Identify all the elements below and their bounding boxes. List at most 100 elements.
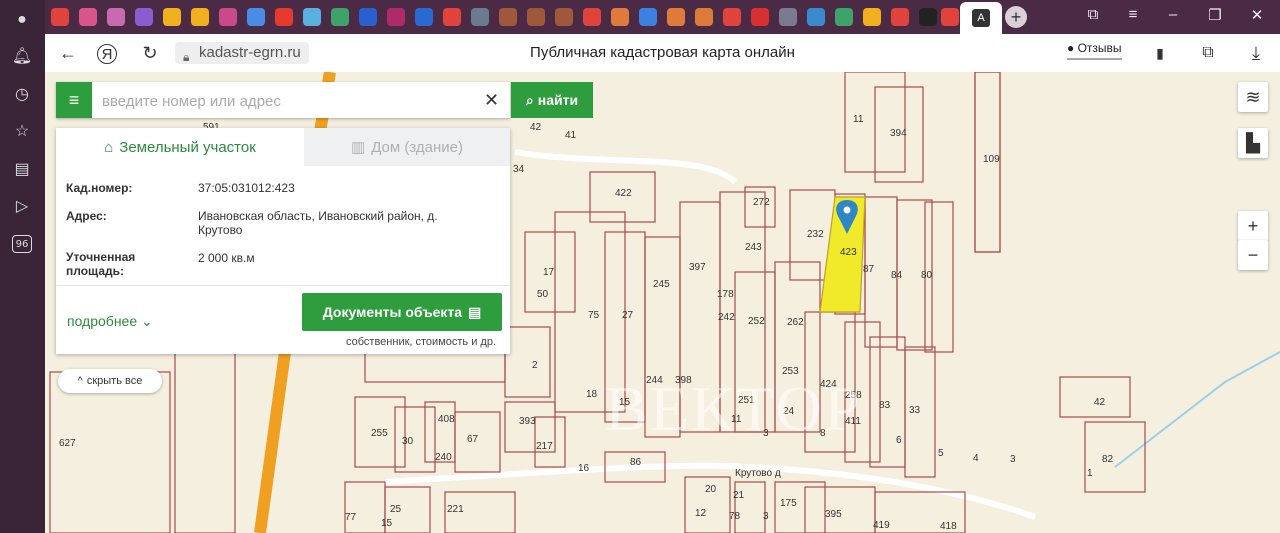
tab-favicon[interactable]	[695, 8, 713, 26]
favorites-icon[interactable]: ☆	[11, 120, 33, 142]
layers-button[interactable]: ≋	[1238, 82, 1268, 112]
plot-number-label: 78	[729, 511, 741, 522]
notifications-icon[interactable]: 🔔︎	[11, 45, 33, 67]
plot-number-label: 6	[896, 435, 902, 446]
tab-favicon[interactable]	[779, 8, 797, 26]
plot-number-label: 82	[1102, 454, 1114, 465]
ruler-button[interactable]: ▙	[1238, 128, 1268, 158]
tab-favicon[interactable]	[919, 8, 937, 26]
road-segment	[514, 149, 738, 185]
find-button[interactable]: ⌕ найти	[511, 82, 593, 118]
documents-label: Документы объекта	[322, 304, 463, 320]
bookmark-icon[interactable]: ▮	[1149, 42, 1171, 64]
tab-favicon[interactable]	[583, 8, 601, 26]
zoom-in-button[interactable]: +	[1238, 211, 1268, 241]
plot-number-label: 408	[438, 414, 455, 425]
plot-number-label: 252	[748, 316, 765, 327]
menu-button[interactable]: ≡	[56, 82, 92, 118]
reviews-button[interactable]: ● Отзывы	[1067, 41, 1122, 60]
address-bar: ← Я ↻ 🔒︎ kadastr-egrn.ru Публичная кадаст…	[45, 34, 1280, 73]
tabs-icon[interactable]: ⧉	[1081, 6, 1105, 23]
plot-number-label: 34	[513, 164, 525, 175]
tab-favicon[interactable]	[163, 8, 181, 26]
close-icon[interactable]: ✕	[1245, 6, 1269, 24]
layers-icon: ≋	[1245, 86, 1261, 107]
tab-favicon[interactable]	[303, 8, 321, 26]
documents-button[interactable]: Документы объекта ▤	[302, 293, 502, 331]
plot-number-label: 41	[565, 130, 577, 141]
plot-number-label: 83	[879, 400, 891, 411]
tab-favicon[interactable]	[891, 8, 909, 26]
tab-favicon[interactable]	[611, 8, 629, 26]
tab-favicon[interactable]	[51, 8, 69, 26]
tab-favicon[interactable]	[835, 8, 853, 26]
plot-number-label: 255	[371, 428, 388, 439]
tab-favicon[interactable]	[135, 8, 153, 26]
tab-favicon[interactable]	[443, 8, 461, 26]
plot-number-label: 75	[588, 310, 600, 321]
tab-favicon[interactable]	[191, 8, 209, 26]
history-icon[interactable]: ◷	[11, 83, 33, 105]
tab-favicon[interactable]	[107, 8, 125, 26]
panel-divider	[56, 285, 510, 286]
plot-number-label: 17	[543, 267, 555, 278]
tab-favicon[interactable]	[807, 8, 825, 26]
tab-active[interactable]: A	[960, 2, 1002, 34]
share-icon[interactable]: ⧉	[1197, 42, 1219, 64]
plot-number-label: 3	[1010, 454, 1016, 465]
plot-number-label: 395	[825, 509, 842, 520]
tab-favicon[interactable]	[941, 8, 959, 26]
tab-favicon[interactable]	[751, 8, 769, 26]
plot-number-label: 21	[733, 490, 745, 501]
street-label: Крутово д	[735, 468, 781, 479]
browser-sidebar: ● 🔔︎ ◷ ☆ ▤ ▷ 96	[0, 0, 45, 533]
plot-number-label: 5	[938, 448, 944, 459]
tab-favicon[interactable]	[471, 8, 489, 26]
play-icon[interactable]: ▷	[11, 195, 33, 217]
tab-favicon[interactable]	[331, 8, 349, 26]
plot-number-label: 221	[447, 504, 464, 515]
more-link[interactable]: подробнее ⌄	[67, 313, 153, 330]
plot-number-label: 109	[983, 154, 1000, 165]
plot-number-label: 18	[586, 389, 598, 400]
tab-favicon[interactable]	[723, 8, 741, 26]
tab-favicon[interactable]	[499, 8, 517, 26]
url-field[interactable]: 🔒︎ kadastr-egrn.ru	[175, 42, 309, 64]
tab-favicon[interactable]	[555, 8, 573, 26]
hide-all-button[interactable]: ^ скрыть все	[58, 369, 162, 393]
search-bar: ≡ ✕	[56, 82, 510, 118]
tab-favicon[interactable]	[863, 8, 881, 26]
tab-favicon[interactable]	[639, 8, 657, 26]
tab-favicon[interactable]	[415, 8, 433, 26]
badge-icon[interactable]: 96	[11, 233, 33, 255]
tab-favicon[interactable]	[359, 8, 377, 26]
profile-icon[interactable]: ●	[11, 9, 33, 31]
tab-favicon[interactable]	[667, 8, 685, 26]
yandex-icon[interactable]: Я	[97, 44, 117, 64]
minimize-icon[interactable]: –	[1161, 6, 1185, 23]
menu-icon[interactable]: ≡	[1121, 6, 1145, 23]
tab-favicon[interactable]	[219, 8, 237, 26]
hide-all-label: скрыть все	[86, 375, 143, 387]
tab-favicon[interactable]	[79, 8, 97, 26]
clear-icon[interactable]: ✕	[484, 90, 499, 111]
tab-favicon[interactable]	[387, 8, 405, 26]
reload-icon[interactable]: ↻	[139, 42, 161, 64]
download-icon[interactable]: ⤓	[1245, 42, 1267, 64]
tab-favicon[interactable]	[247, 8, 265, 26]
plot-number-label: 16	[578, 463, 590, 474]
collections-icon[interactable]: ▤	[11, 158, 33, 180]
new-tab-button[interactable]: +	[1005, 6, 1027, 28]
search-input[interactable]	[100, 88, 444, 114]
ruler-icon: ▙	[1246, 132, 1260, 153]
back-icon[interactable]: ←	[57, 42, 79, 64]
tab-land-plot[interactable]: ⌂ Земельный участок	[56, 128, 304, 166]
tab-favicon[interactable]	[275, 8, 293, 26]
zoom-out-button[interactable]: −	[1238, 240, 1268, 270]
plot-number-label: 2	[532, 360, 538, 371]
tab-bar: A + ⧉ ≡ – ❐ ✕	[45, 0, 1280, 34]
tab-building[interactable]: ▥ Дом (здание)	[304, 128, 510, 166]
document-icon: ▤	[468, 303, 482, 320]
restore-icon[interactable]: ❐	[1203, 6, 1227, 24]
tab-favicon[interactable]	[527, 8, 545, 26]
